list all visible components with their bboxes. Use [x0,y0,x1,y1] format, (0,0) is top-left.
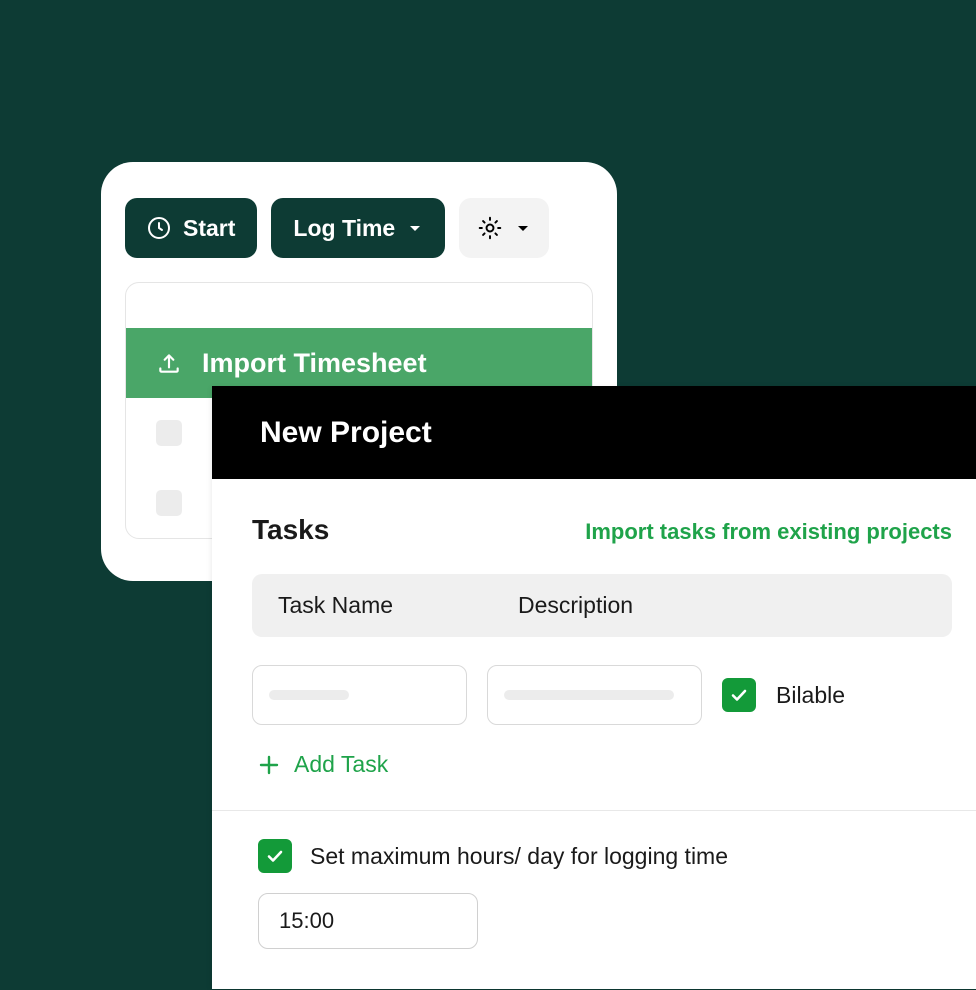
caret-down-icon [515,220,531,236]
column-description: Description [518,592,926,619]
import-timesheet-label: Import Timesheet [202,348,427,379]
column-task-name: Task Name [278,592,488,619]
import-tasks-link[interactable]: Import tasks from existing projects [585,519,952,545]
start-button-label: Start [183,215,235,242]
new-project-panel: New Project Tasks Import tasks from exis… [212,386,976,989]
task-description-input[interactable] [487,665,702,725]
task-row: Bilable [252,665,952,725]
start-button[interactable]: Start [125,198,257,258]
placeholder-icon [156,420,182,446]
log-time-button-label: Log Time [293,215,395,242]
add-task-label: Add Task [294,751,388,778]
panel-body: Tasks Import tasks from existing project… [212,479,976,989]
section-divider [212,810,976,811]
add-task-button[interactable]: Add Task [258,747,952,782]
placeholder-bar [504,690,674,700]
tasks-title: Tasks [252,514,329,546]
billable-checkbox[interactable] [722,678,756,712]
settings-button[interactable] [459,198,549,258]
clock-icon [147,216,171,240]
max-hours-label: Set maximum hours/ day for logging time [310,843,728,870]
task-name-input[interactable] [252,665,467,725]
billable-label: Bilable [776,682,845,709]
max-hours-input[interactable]: 15:00 [258,893,478,949]
panel-header: New Project [212,386,976,479]
plus-icon [258,754,280,776]
check-icon [265,846,285,866]
tasks-table-header: Task Name Description [252,574,952,637]
max-hours-row: Set maximum hours/ day for logging time [252,839,952,873]
check-icon [729,685,749,705]
list-spacer [126,283,592,328]
gear-icon [477,215,503,241]
toolbar: Start Log Time [101,162,617,258]
placeholder-icon [156,490,182,516]
panel-title: New Project [260,416,432,450]
tasks-header: Tasks Import tasks from existing project… [252,514,952,546]
caret-down-icon [407,220,423,236]
log-time-button[interactable]: Log Time [271,198,445,258]
max-hours-value: 15:00 [279,908,334,934]
placeholder-bar [269,690,349,700]
upload-icon [156,350,182,376]
max-hours-checkbox[interactable] [258,839,292,873]
